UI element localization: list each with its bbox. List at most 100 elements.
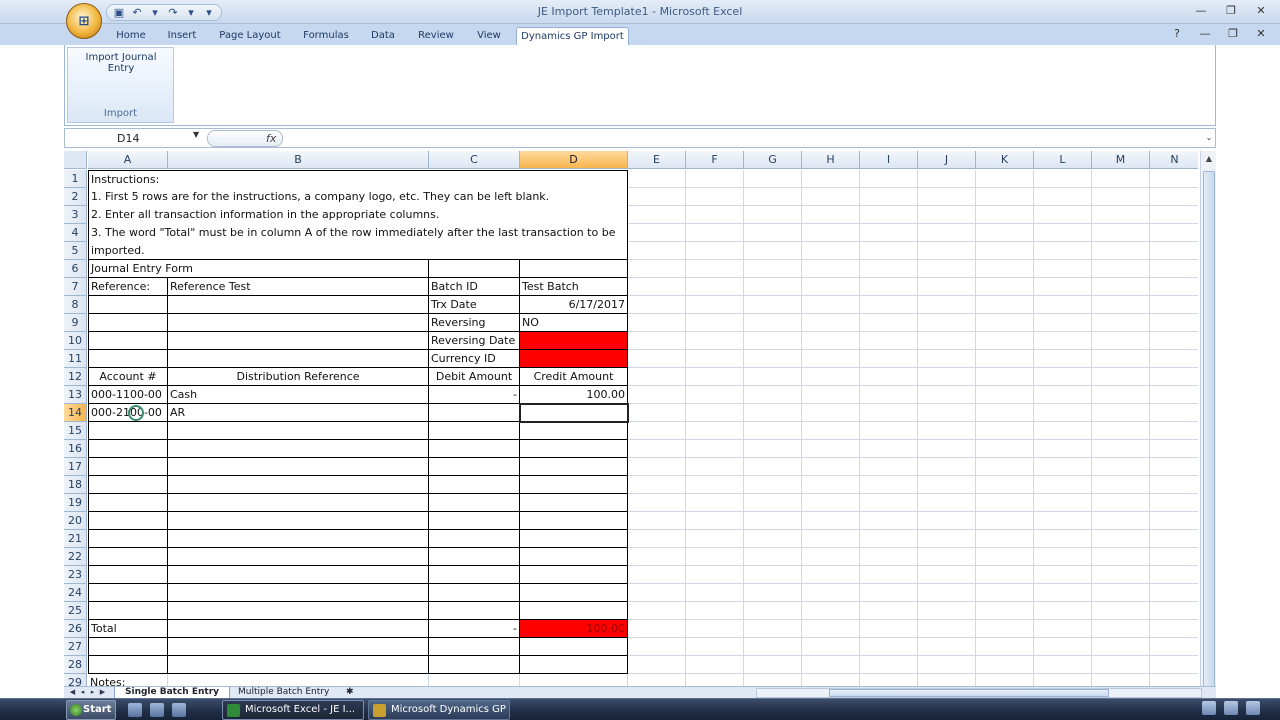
cell[interactable] bbox=[168, 350, 429, 368]
cell[interactable] bbox=[628, 278, 686, 296]
cell[interactable] bbox=[628, 350, 686, 368]
cell[interactable] bbox=[976, 440, 1034, 458]
cell[interactable] bbox=[802, 602, 860, 620]
cell[interactable] bbox=[918, 512, 976, 530]
cell[interactable] bbox=[744, 332, 802, 350]
cell[interactable] bbox=[168, 548, 429, 566]
cell[interactable] bbox=[1150, 188, 1198, 206]
cell[interactable] bbox=[520, 566, 628, 584]
cell[interactable] bbox=[628, 602, 686, 620]
cell[interactable] bbox=[918, 620, 976, 638]
cell[interactable] bbox=[1034, 566, 1092, 584]
cell[interactable] bbox=[1034, 512, 1092, 530]
row-header[interactable]: 19 bbox=[64, 494, 87, 512]
show-desktop-icon[interactable] bbox=[128, 703, 142, 717]
cell[interactable] bbox=[744, 296, 802, 314]
cell-r12b[interactable]: Distribution Reference bbox=[168, 368, 429, 386]
cell[interactable] bbox=[686, 314, 744, 332]
column-header-m[interactable]: M bbox=[1092, 151, 1150, 169]
row-header[interactable]: 26 bbox=[64, 620, 87, 638]
cell[interactable] bbox=[1150, 368, 1198, 386]
row-header[interactable]: 22 bbox=[64, 548, 87, 566]
cell[interactable] bbox=[628, 566, 686, 584]
cell[interactable] bbox=[88, 476, 168, 494]
cell[interactable] bbox=[744, 242, 802, 260]
cell[interactable] bbox=[1150, 296, 1198, 314]
cell[interactable] bbox=[976, 512, 1034, 530]
cell[interactable] bbox=[976, 422, 1034, 440]
row-header[interactable]: 3 bbox=[64, 206, 87, 224]
cell[interactable] bbox=[976, 314, 1034, 332]
cell[interactable] bbox=[1034, 602, 1092, 620]
cell[interactable] bbox=[976, 656, 1034, 674]
cell[interactable] bbox=[918, 458, 976, 476]
cell[interactable] bbox=[918, 296, 976, 314]
cell[interactable] bbox=[686, 422, 744, 440]
cell[interactable] bbox=[976, 350, 1034, 368]
cell[interactable] bbox=[860, 206, 918, 224]
cell[interactable] bbox=[1092, 638, 1150, 656]
cell[interactable] bbox=[860, 674, 918, 686]
cell[interactable] bbox=[1034, 368, 1092, 386]
cell[interactable] bbox=[1092, 350, 1150, 368]
cell[interactable] bbox=[744, 404, 802, 422]
cell[interactable] bbox=[429, 440, 520, 458]
cell[interactable] bbox=[1150, 350, 1198, 368]
cell[interactable] bbox=[1034, 332, 1092, 350]
cell[interactable] bbox=[520, 422, 628, 440]
cell[interactable] bbox=[1150, 170, 1198, 188]
cell[interactable] bbox=[860, 458, 918, 476]
row-header[interactable]: 7 bbox=[64, 278, 87, 296]
cell[interactable] bbox=[860, 530, 918, 548]
cell[interactable] bbox=[520, 674, 628, 686]
cell[interactable] bbox=[744, 188, 802, 206]
cell[interactable] bbox=[686, 206, 744, 224]
security-icon[interactable] bbox=[1246, 701, 1260, 715]
cell[interactable] bbox=[1034, 386, 1092, 404]
cell[interactable] bbox=[686, 602, 744, 620]
cell[interactable] bbox=[744, 440, 802, 458]
cell[interactable] bbox=[628, 332, 686, 350]
cell[interactable] bbox=[168, 620, 429, 638]
cell[interactable] bbox=[686, 530, 744, 548]
cell[interactable] bbox=[1150, 224, 1198, 242]
taskbar-excel[interactable]: Microsoft Excel - JE I... bbox=[222, 700, 364, 720]
select-all-corner[interactable] bbox=[64, 151, 87, 169]
cell-r10c[interactable]: Reversing Date bbox=[429, 332, 520, 350]
row-header[interactable]: 24 bbox=[64, 584, 87, 602]
network-icon[interactable] bbox=[1202, 701, 1216, 715]
cell[interactable] bbox=[168, 296, 429, 314]
cell-r26c[interactable]: - bbox=[429, 620, 520, 638]
minimize-button[interactable]: — bbox=[1192, 3, 1210, 19]
cell-r8d[interactable]: 6/17/2017 bbox=[520, 296, 628, 314]
cell[interactable] bbox=[520, 548, 628, 566]
cell[interactable] bbox=[88, 530, 168, 548]
cell[interactable] bbox=[88, 350, 168, 368]
cell[interactable] bbox=[1092, 566, 1150, 584]
cell[interactable] bbox=[686, 656, 744, 674]
cell[interactable] bbox=[520, 656, 628, 674]
cell[interactable] bbox=[1150, 494, 1198, 512]
cell[interactable] bbox=[88, 548, 168, 566]
cell[interactable] bbox=[429, 602, 520, 620]
cell[interactable] bbox=[168, 314, 429, 332]
cell[interactable] bbox=[744, 314, 802, 332]
cell[interactable] bbox=[1150, 278, 1198, 296]
cell[interactable] bbox=[1034, 584, 1092, 602]
cell[interactable] bbox=[1092, 656, 1150, 674]
redo-dropdown-icon[interactable]: ▾ bbox=[183, 6, 199, 20]
cell[interactable] bbox=[918, 440, 976, 458]
cell[interactable] bbox=[802, 458, 860, 476]
cell[interactable] bbox=[628, 476, 686, 494]
cell-r13d[interactable]: 100.00 bbox=[520, 386, 628, 404]
cell[interactable] bbox=[628, 530, 686, 548]
cell[interactable] bbox=[802, 674, 860, 686]
column-header-l[interactable]: L bbox=[1034, 151, 1092, 169]
cell[interactable] bbox=[628, 620, 686, 638]
cell[interactable] bbox=[1034, 548, 1092, 566]
cell[interactable] bbox=[918, 314, 976, 332]
cell-r2a[interactable]: 1. First 5 rows are for the instructions… bbox=[88, 188, 628, 206]
cell[interactable] bbox=[976, 368, 1034, 386]
cell[interactable] bbox=[976, 332, 1034, 350]
cell[interactable] bbox=[686, 170, 744, 188]
